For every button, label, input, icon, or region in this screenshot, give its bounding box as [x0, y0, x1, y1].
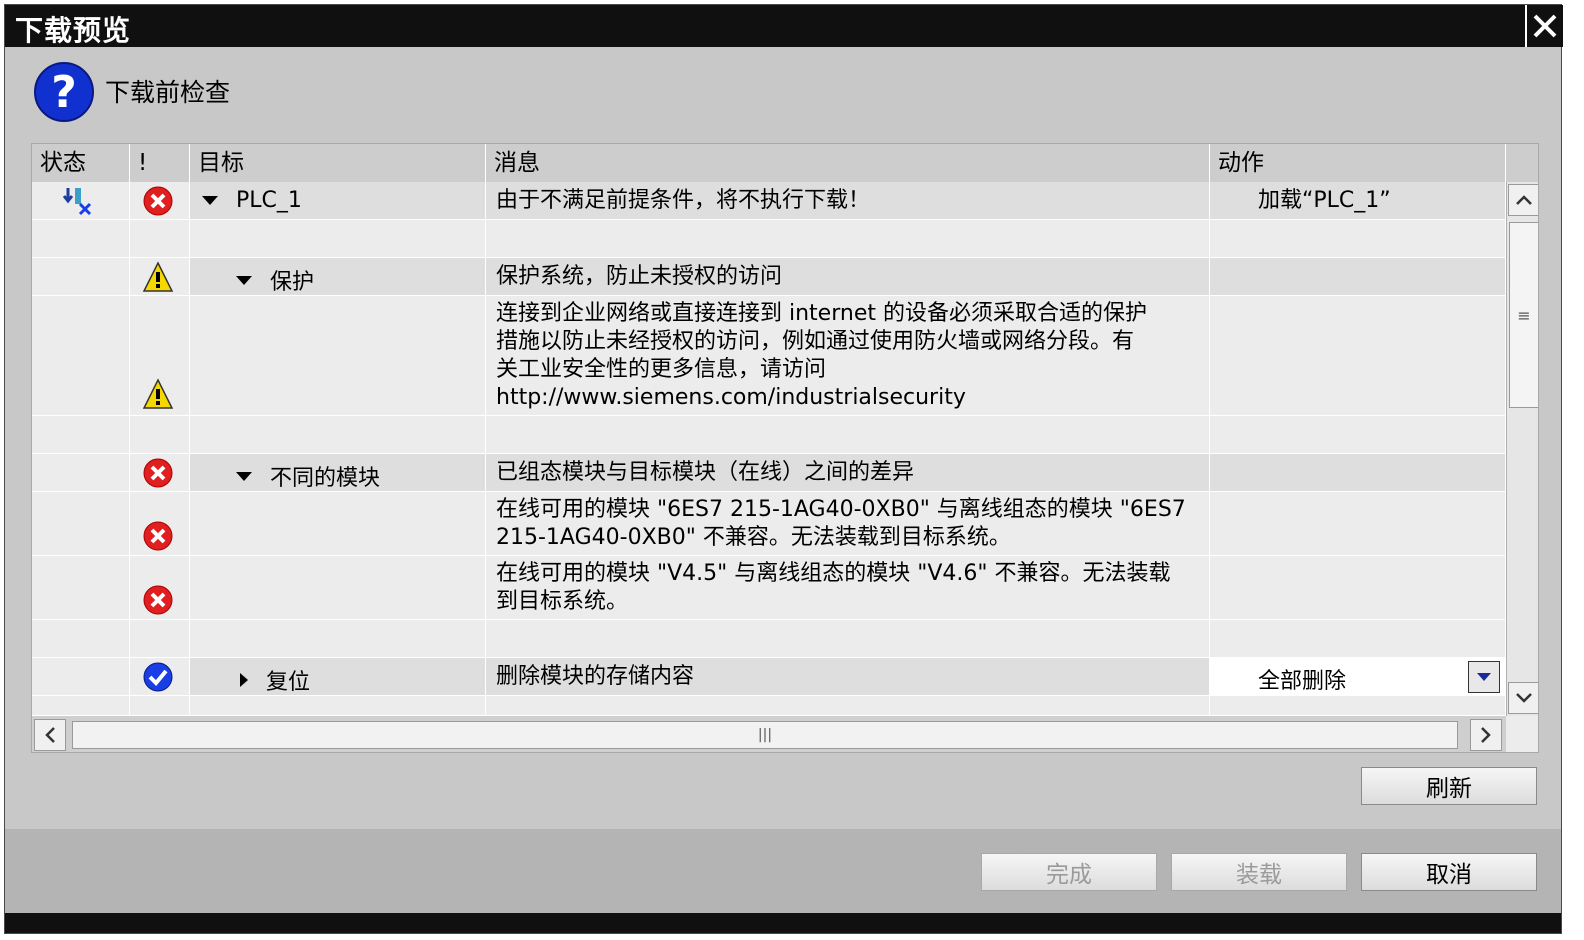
- excl-cell: [130, 182, 190, 219]
- message-text: 由于不满足前提条件，将不执行下载！: [496, 188, 871, 213]
- table-row[interactable]: PLC_1 由于不满足前提条件，将不执行下载！ 加载“PLC_1”: [32, 182, 1506, 220]
- message-text: 删除模块的存储内容: [496, 664, 695, 689]
- footer-bar: 完成 装载 取消: [5, 829, 1561, 913]
- error-icon: [143, 585, 173, 615]
- action-select-value: 全部删除: [1258, 669, 1347, 694]
- target-label: PLC_1: [236, 188, 302, 213]
- dropdown-button[interactable]: [1468, 661, 1500, 693]
- target-label: 不同的模块: [270, 466, 381, 491]
- check-table: 状态 ! 目标 消息 动作 PLC_1 由于不满足前提条件，将不执行下载！ 加载…: [31, 143, 1539, 753]
- error-icon: [143, 458, 173, 488]
- finish-button[interactable]: 完成: [981, 853, 1157, 891]
- table-row[interactable]: 不同的模块 已组态模块与目标模块（在线）之间的差异: [32, 454, 1506, 492]
- table-rows: PLC_1 由于不满足前提条件，将不执行下载！ 加载“PLC_1” 保护 保护系…: [32, 182, 1506, 716]
- message-line: 关工业安全性的更多信息，请访问: [496, 357, 827, 382]
- message-cell: 已组态模块与目标模块（在线）之间的差异: [486, 454, 1210, 491]
- table-row: [32, 416, 1506, 454]
- warning-icon: [142, 261, 174, 292]
- table-row[interactable]: 保护 保护系统，防止未授权的访问: [32, 258, 1506, 296]
- target-cell: 保护: [190, 258, 486, 295]
- scroll-up-button[interactable]: [1508, 184, 1538, 216]
- column-header-message[interactable]: 消息: [486, 144, 1210, 182]
- column-header-state[interactable]: 状态: [32, 144, 130, 182]
- security-link[interactable]: http://www.siemens.com/industrialsecurit…: [496, 384, 1203, 412]
- title-bar: 下载预览: [5, 5, 1563, 47]
- action-cell: 全部删除: [1210, 658, 1506, 696]
- load-button[interactable]: 装载: [1171, 853, 1347, 891]
- message-text: 已组态模块与目标模块（在线）之间的差异: [496, 460, 915, 485]
- expand-arrow-icon[interactable]: [236, 275, 252, 285]
- scroll-left-button[interactable]: [34, 719, 66, 751]
- chevron-left-icon: [45, 727, 55, 743]
- column-header-action[interactable]: 动作: [1210, 144, 1506, 182]
- table-row[interactable]: 复位 删除模块的存储内容 全部删除: [32, 658, 1506, 696]
- message-line: 在线可用的模块 "6ES7 215-1AG40-0XB0" 与离线组态的模块 "…: [496, 497, 1186, 522]
- cancel-button[interactable]: 取消: [1361, 853, 1537, 891]
- chevron-down-icon: [1477, 673, 1491, 681]
- message-line: 215-1AG40-0XB0" 不兼容。无法装载到目标系统。: [496, 525, 1011, 550]
- bottom-bar: [5, 913, 1561, 933]
- message-line: 在线可用的模块 "V4.5" 与离线组态的模块 "V4.6" 不兼容。无法装载: [496, 561, 1171, 586]
- excl-cell: [130, 454, 190, 491]
- message-cell: 在线可用的模块 "V4.5" 与离线组态的模块 "V4.6" 不兼容。无法装载 …: [486, 556, 1210, 619]
- target-label: 保护: [270, 270, 315, 295]
- message-cell: 由于不满足前提条件，将不执行下载！: [486, 182, 1210, 219]
- hscroll-thumb[interactable]: |||: [72, 721, 1458, 749]
- excl-cell: [130, 258, 190, 295]
- chevron-right-icon: [1481, 727, 1491, 743]
- target-label: 复位: [266, 670, 311, 695]
- download-preview-dialog: 下载预览 ? 下载前检查 状态 ! 目标 消息 动作 PLC_1 由于不满足前提…: [4, 4, 1563, 934]
- table-row: [32, 620, 1506, 658]
- target-cell: PLC_1: [190, 182, 486, 219]
- table-row[interactable]: 在线可用的模块 "V4.5" 与离线组态的模块 "V4.6" 不兼容。无法装载 …: [32, 556, 1506, 620]
- warning-icon: [142, 378, 174, 409]
- table-row: [32, 696, 1506, 716]
- vertical-scrollbar[interactable]: ≡: [1506, 182, 1538, 716]
- action-text[interactable]: 加载“PLC_1”: [1258, 187, 1499, 215]
- header-text: 下载前检查: [105, 78, 231, 107]
- ok-check-icon: [143, 662, 173, 692]
- excl-cell: [130, 658, 190, 695]
- table-row: [32, 220, 1506, 258]
- collapse-arrow-icon[interactable]: [240, 673, 248, 687]
- error-icon: [143, 521, 173, 551]
- message-text: 保护系统，防止未授权的访问: [496, 264, 783, 289]
- scroll-right-button[interactable]: [1470, 719, 1502, 751]
- message-line: 到目标系统。: [496, 589, 629, 614]
- table-row[interactable]: 连接到企业网络或直接连接到 internet 的设备必须采取合适的保护 措施以防…: [32, 296, 1506, 416]
- chevron-down-icon: [1516, 693, 1532, 703]
- close-icon: [1533, 14, 1557, 38]
- refresh-button[interactable]: 刷新: [1361, 767, 1537, 805]
- state-cell: [32, 182, 130, 219]
- target-cell: 复位: [190, 658, 486, 695]
- target-cell: 不同的模块: [190, 454, 486, 491]
- action-select[interactable]: 全部删除: [1210, 658, 1506, 696]
- column-header-target[interactable]: 目标: [190, 144, 486, 182]
- message-line: 连接到企业网络或直接连接到 internet 的设备必须采取合适的保护: [496, 301, 1147, 326]
- expand-arrow-icon[interactable]: [236, 471, 252, 481]
- horizontal-scrollbar[interactable]: |||: [32, 716, 1506, 752]
- message-cell: 连接到企业网络或直接连接到 internet 的设备必须采取合适的保护 措施以防…: [486, 296, 1210, 415]
- download-error-icon: [62, 188, 92, 216]
- excl-cell: [130, 556, 190, 619]
- column-header-excl[interactable]: !: [130, 144, 190, 182]
- window-title: 下载预览: [15, 14, 132, 47]
- message-cell: 保护系统，防止未授权的访问: [486, 258, 1210, 295]
- expand-arrow-icon[interactable]: [202, 196, 218, 205]
- table-row[interactable]: 在线可用的模块 "6ES7 215-1AG40-0XB0" 与离线组态的模块 "…: [32, 492, 1506, 556]
- question-icon: ?: [34, 62, 94, 122]
- scroll-down-button[interactable]: [1508, 682, 1538, 714]
- excl-cell: [130, 492, 190, 555]
- svg-text:?: ?: [51, 67, 77, 118]
- message-cell: 删除模块的存储内容: [486, 658, 1210, 695]
- message-line: 措施以防止未经授权的访问，例如通过使用防火墙或网络分段。有: [496, 329, 1135, 354]
- error-icon: [143, 186, 173, 216]
- close-button[interactable]: [1525, 5, 1563, 47]
- chevron-up-icon: [1516, 195, 1532, 205]
- column-header-spacer: [1506, 144, 1538, 182]
- scroll-thumb[interactable]: ≡: [1509, 222, 1538, 408]
- excl-cell: [130, 296, 190, 415]
- message-cell: 在线可用的模块 "6ES7 215-1AG40-0XB0" 与离线组态的模块 "…: [486, 492, 1210, 555]
- action-cell: 加载“PLC_1”: [1210, 182, 1506, 219]
